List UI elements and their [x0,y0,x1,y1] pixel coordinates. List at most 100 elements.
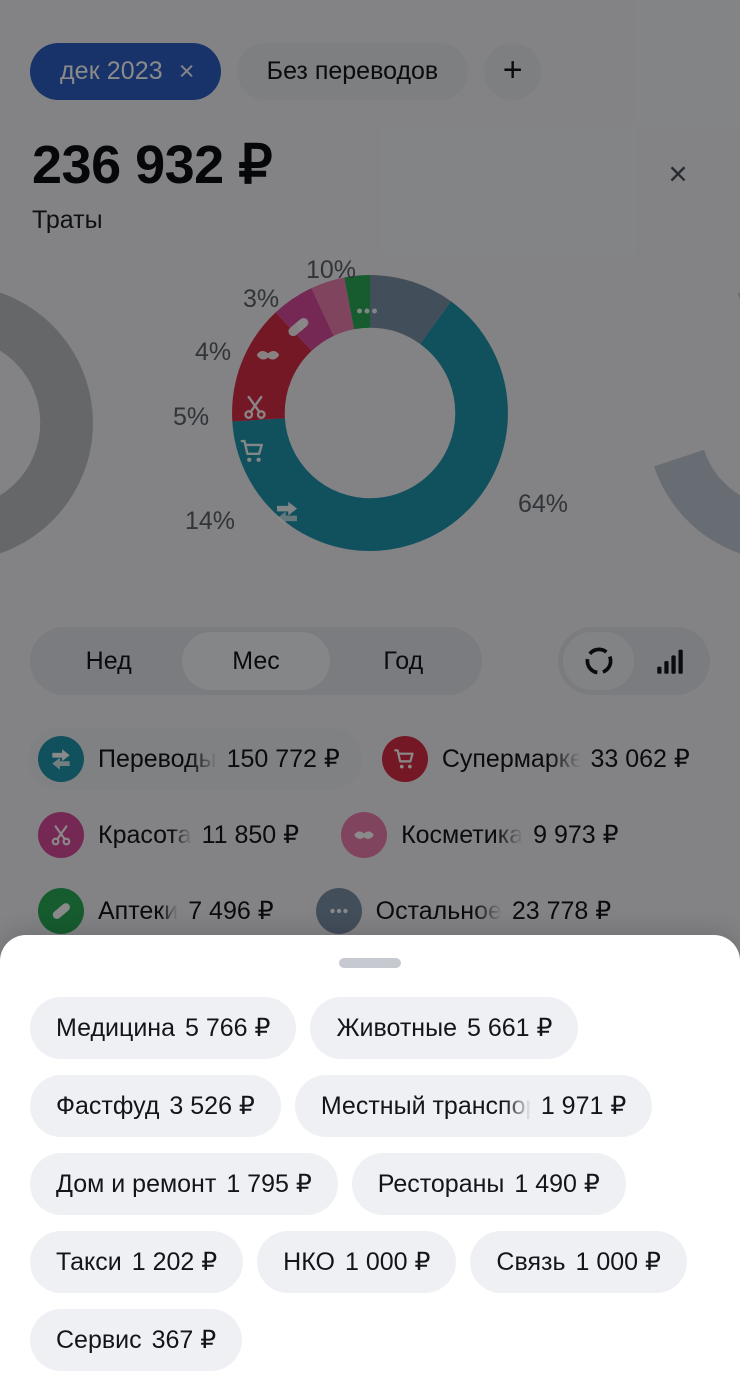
close-icon[interactable]: × [179,58,195,85]
donut-pct-kosmetika: 4% [195,338,232,366]
list-item[interactable]: Животные 5 661 ₽ [310,997,579,1059]
category-name: Местный транспорт [320,1091,531,1120]
category-value: 1 000 ₽ [344,1248,431,1276]
tab-month[interactable]: Мес [182,632,330,690]
legend-item-name: Красота [98,821,192,849]
filter-chip-date-label: дек 2023 [60,57,163,85]
legend-item-value: 11 850 ₽ [201,821,300,849]
donut-pct-supermarkety: 14% [185,507,236,535]
tab-year[interactable]: Год [330,632,477,690]
total-amount: 236 932 ₽ [32,135,273,195]
list-item[interactable]: НКО 1 000 ₽ [257,1231,457,1293]
legend-item-value: 33 062 ₽ [590,745,690,773]
legend-item-name: Остальное [375,897,502,925]
transfer-icon [38,736,84,782]
filter-chip-date[interactable]: дек 2023 × [30,43,221,100]
legend-item-text: Переводы 150 772 ₽ [98,744,340,774]
donut-pct-krasota: 5% [173,403,210,431]
filter-chip-row: дек 2023 × Без переводов + [30,43,542,100]
legend-item-krasota[interactable]: Красота 11 850 ₽ [28,804,321,866]
bar-chart-icon [656,649,683,674]
list-item[interactable]: Медицина 5 766 ₽ [30,997,297,1059]
donut-pct-perevody: 64% [518,490,569,518]
legend-item-ostalnoe[interactable]: Остальное 23 778 ₽ [306,880,634,942]
list-item[interactable]: Рестораны 1 490 ₽ [351,1153,626,1215]
close-screen-button[interactable]: × [656,152,700,196]
category-name: Такси [56,1247,122,1276]
cart-icon [381,736,428,782]
other-categories-list: Медицина 5 766 ₽ Животные 5 661 ₽ Фастфу… [30,997,720,1371]
donut-chart-next-preview[interactable] [630,268,740,578]
view-toggle-donut[interactable] [563,632,634,690]
list-item[interactable]: Местный транспорт 1 971 ₽ [294,1075,653,1137]
view-toggle-bars[interactable] [634,632,705,690]
pill-icon [38,888,84,934]
list-item[interactable]: Связь 1 000 ₽ [470,1231,687,1293]
period-segmented-control: Нед Мес Год [30,627,482,695]
backdrop-page: дек 2023 × Без переводов + 236 932 ₽ Тра… [0,0,740,960]
tab-month-label: Мес [232,646,280,675]
bottom-sheet: Медицина 5 766 ₽ Животные 5 661 ₽ Фастфу… [0,935,740,1400]
legend-item-value: 9 973 ₽ [533,821,619,849]
category-value: 3 526 ₽ [169,1092,255,1120]
list-item[interactable]: Сервис 367 ₽ [30,1309,243,1371]
list-item[interactable]: Такси 1 202 ₽ [30,1231,244,1293]
category-legend: Переводы 150 772 ₽ Супермаркеты [28,728,718,942]
filter-chip-no-transfers-label: Без переводов [266,57,439,85]
donut-chart-carousel: 10% 3% 4% 5% 14% 64% [0,240,740,610]
tab-year-label: Год [383,646,424,675]
category-value: 5 661 ₽ [466,1014,553,1042]
category-name: Рестораны [377,1169,505,1198]
legend-item-apteki[interactable]: Аптеки 7 496 ₽ [28,880,296,942]
category-value: 367 ₽ [151,1326,217,1354]
legend-item-text: Красота 11 850 ₽ [98,820,299,850]
legend-item-name: Супермаркеты [441,745,581,773]
ellipsis-icon [315,888,362,934]
spending-analytics-screen: дек 2023 × Без переводов + 236 932 ₽ Тра… [0,0,740,1400]
donut-pct-ostalnoe: 10% [306,256,357,284]
category-name: Связь [496,1247,566,1276]
tab-week[interactable]: Нед [35,632,182,690]
legend-item-name: Переводы [98,745,217,773]
category-name: Дом и ремонт [56,1169,217,1198]
legend-item-value: 7 496 ₽ [188,897,274,925]
donut-chart-previous-preview[interactable] [0,268,110,578]
legend-item-kosmetika[interactable]: Косметика 9 973 ₽ [331,804,640,866]
legend-item-name: Аптеки [98,897,179,925]
headline-block: 236 932 ₽ Траты [32,135,273,235]
legend-item-value: 23 778 ₽ [511,897,612,925]
donut-pct-apteki: 3% [243,285,280,313]
category-name: Сервис [56,1325,142,1354]
donut-chart-icon [585,647,612,675]
chart-controls-row: Нед Мес Год [30,627,710,695]
legend-item-text: Супермаркеты 33 062 ₽ [442,744,690,774]
scissors-icon [38,812,84,858]
category-value: 1 795 ₽ [226,1170,312,1198]
category-value: 1 971 ₽ [540,1092,627,1120]
list-item[interactable]: Фастфуд 3 526 ₽ [30,1075,281,1137]
legend-item-supermarkety[interactable]: Супермаркеты 33 062 ₽ [372,728,712,790]
category-name: НКО [283,1247,335,1276]
lips-icon [341,812,388,858]
category-name: Животные [336,1013,457,1042]
legend-item-text: Косметика 9 973 ₽ [401,820,618,850]
category-value: 1 490 ₽ [514,1170,600,1198]
list-item[interactable]: Дом и ремонт 1 795 ₽ [30,1153,338,1215]
close-icon: × [668,155,688,192]
legend-item-name: Косметика [401,821,524,849]
view-toggle-control [558,627,710,695]
legend-item-value: 150 772 ₽ [226,745,340,773]
category-value: 1 000 ₽ [575,1248,661,1276]
category-value: 1 202 ₽ [131,1248,218,1276]
legend-item-perevody[interactable]: Переводы 150 772 ₽ [28,728,362,790]
filter-chip-no-transfers[interactable]: Без переводов [236,43,469,100]
tab-week-label: Нед [85,646,132,675]
page-title: Траты [32,205,103,234]
legend-item-text: Остальное 23 778 ₽ [376,896,612,926]
category-name: Фастфуд [56,1091,160,1120]
add-filter-button[interactable]: + [484,43,542,100]
legend-item-text: Аптеки 7 496 ₽ [98,896,274,926]
drag-handle[interactable] [339,958,401,968]
category-value: 5 766 ₽ [185,1014,271,1042]
category-name: Медицина [56,1013,176,1042]
